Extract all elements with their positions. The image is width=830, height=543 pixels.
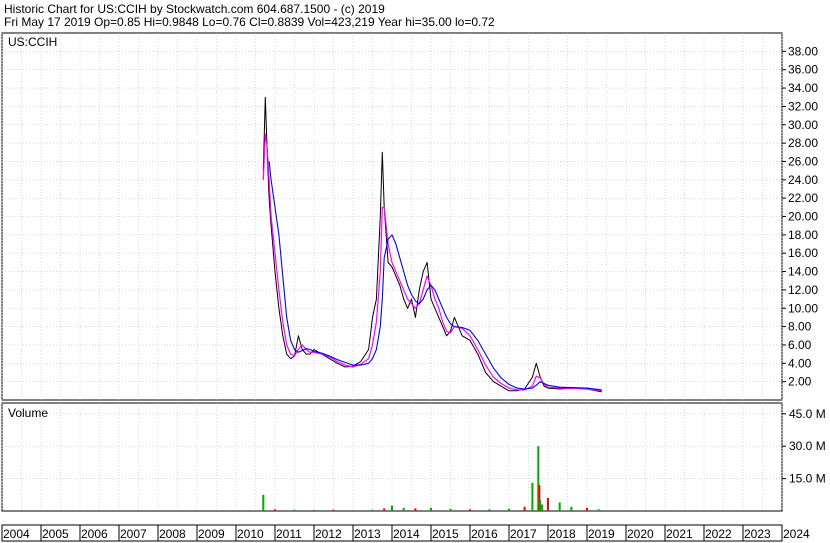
volume-bar xyxy=(383,508,386,511)
volume-bar xyxy=(430,507,432,511)
x-axis-year-label: 2010 xyxy=(237,527,264,541)
x-axis-year-label: 2013 xyxy=(354,527,381,541)
price-tick-label: 24.00 xyxy=(788,173,818,187)
volume-tick-label: 30.0 M xyxy=(789,439,826,453)
volume-bar xyxy=(371,509,374,511)
price-tick-label: 28.00 xyxy=(788,136,818,150)
volume-bar xyxy=(274,509,276,511)
volume-bar xyxy=(449,508,452,511)
volume-bar xyxy=(402,507,405,511)
volume-bar xyxy=(488,509,491,511)
price-tick-label: 36.00 xyxy=(788,63,818,77)
price-tick-label: 18.00 xyxy=(788,228,818,242)
x-axis-year-label: 2018 xyxy=(549,527,576,541)
x-axis-year-label: 2017 xyxy=(510,527,537,541)
x-axis-year-label: 2024 xyxy=(783,527,810,541)
volume-bar xyxy=(352,510,354,511)
x-axis-year-label: 2007 xyxy=(120,527,147,541)
volume-bar xyxy=(293,509,296,511)
volume-bar xyxy=(597,509,600,511)
chart-root: Historic Chart for US:CCIH by Stockwatch… xyxy=(0,0,830,543)
price-tick-label: 12.00 xyxy=(788,283,818,297)
price-tick-label: 16.00 xyxy=(788,246,818,260)
price-tick-label: 26.00 xyxy=(788,154,818,168)
volume-bar xyxy=(586,507,588,511)
price-tick-label: 10.00 xyxy=(788,301,818,315)
x-axis-year-label: 2008 xyxy=(159,527,186,541)
ticker-label: US:CCIH xyxy=(8,35,57,49)
volume-bar xyxy=(547,498,549,511)
x-axis-year-label: 2021 xyxy=(666,527,693,541)
x-axis-year-label: 2015 xyxy=(432,527,459,541)
volume-tick-label: 15.0 M xyxy=(789,472,826,486)
price-tick-label: 2.00 xyxy=(788,375,812,389)
price-tick-label: 38.00 xyxy=(788,44,818,58)
volume-bar xyxy=(539,500,542,511)
x-axis-year-label: 2016 xyxy=(471,527,498,541)
volume-bar xyxy=(469,509,471,511)
volume-bar xyxy=(414,508,417,511)
price-tick-label: 34.00 xyxy=(788,81,818,95)
x-axis-year-label: 2022 xyxy=(705,527,732,541)
price-tick-label: 8.00 xyxy=(788,320,812,334)
x-axis-year-label: 2012 xyxy=(315,527,342,541)
x-axis-year-label: 2014 xyxy=(393,527,420,541)
volume-bar xyxy=(570,506,573,511)
volume-bar xyxy=(523,506,526,511)
x-axis-year-label: 2020 xyxy=(627,527,654,541)
x-axis-year-label: 2004 xyxy=(3,527,30,541)
price-tick-label: 32.00 xyxy=(788,99,818,113)
x-axis-year-label: 2005 xyxy=(42,527,69,541)
price-tick-label: 14.00 xyxy=(788,265,818,279)
volume-bar xyxy=(313,509,315,511)
price-tick-label: 6.00 xyxy=(788,338,812,352)
price-tick-label: 30.00 xyxy=(788,118,818,132)
x-axis-year-label: 2006 xyxy=(81,527,108,541)
volume-tick-label: 45.0 M xyxy=(789,407,826,421)
volume-label: Volume xyxy=(8,406,48,420)
price-tick-label: 22.00 xyxy=(788,191,818,205)
price-tick-label: 20.00 xyxy=(788,210,818,224)
price-tick-label: 4.00 xyxy=(788,356,812,370)
x-axis-year-label: 2023 xyxy=(744,527,771,541)
historic-chart: 2.00 4.00 6.00 8.00 10.00 12.00 14.00 16.00 18.0… xyxy=(1,32,826,542)
volume-bar xyxy=(262,494,265,511)
x-axis-year-label: 2011 xyxy=(276,527,302,541)
volume-bar xyxy=(391,505,393,511)
volume-bar xyxy=(332,509,335,511)
volume-bar xyxy=(558,502,561,511)
x-axis-year-label: 2009 xyxy=(198,527,225,541)
volume-bar xyxy=(531,482,534,511)
volume-bar xyxy=(508,508,510,511)
volume-bar xyxy=(541,504,544,511)
x-axis-year-label: 2019 xyxy=(588,527,615,541)
